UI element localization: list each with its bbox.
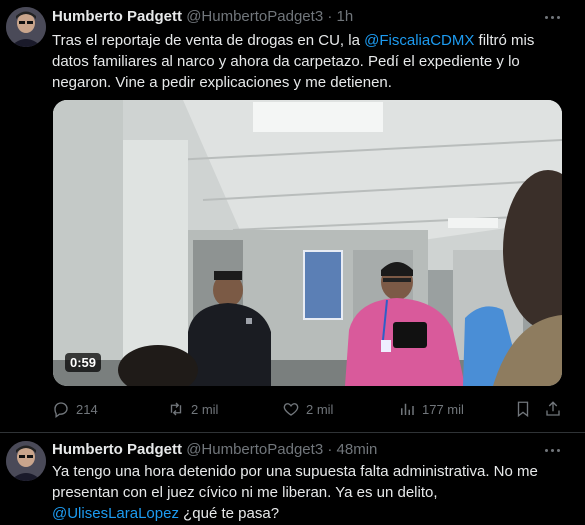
bookmark-button[interactable] xyxy=(514,398,532,420)
tweet-text: Ya tengo una hora detenido por una supue… xyxy=(52,461,564,524)
repost-count: 2 mil xyxy=(191,401,219,417)
tweet-header: Humberto Padgett @HumbertoPadget3 · 1h xyxy=(52,7,353,27)
video-player[interactable]: 0:59 xyxy=(53,100,562,386)
tweet-header: Humberto Padgett @HumbertoPadget3 · 48mi… xyxy=(52,440,377,460)
reply-button[interactable]: 214 xyxy=(52,398,98,420)
tweet-actions: 214 2 mil 2 mil 177 mil xyxy=(52,398,562,420)
repost-button[interactable]: 2 mil xyxy=(167,398,218,420)
like-button[interactable]: 2 mil xyxy=(282,398,333,420)
reply-count: 214 xyxy=(76,401,98,417)
more-icon[interactable] xyxy=(544,441,562,459)
timeline: Humberto Padgett @HumbertoPadget3 · 1h T… xyxy=(0,0,585,525)
tweet-text-part: ¿qué te pasa? xyxy=(178,505,280,522)
avatar[interactable] xyxy=(6,7,46,47)
tweet-text: Tras el reportaje de venta de drogas en … xyxy=(52,30,564,93)
repost-icon xyxy=(170,402,182,416)
like-icon xyxy=(283,403,299,416)
separator: · xyxy=(327,441,333,458)
like-count: 2 mil xyxy=(306,401,334,417)
views-button[interactable]: 177 mil xyxy=(398,398,464,420)
share-button[interactable] xyxy=(544,398,562,420)
timestamp[interactable]: 48min xyxy=(337,441,378,458)
author-name[interactable]: Humberto Padgett xyxy=(52,441,182,458)
views-icon xyxy=(401,403,414,415)
more-icon[interactable] xyxy=(544,8,562,26)
mention-link[interactable]: @FiscaliaCDMX xyxy=(364,32,474,49)
author-handle[interactable]: @HumbertoPadget3 xyxy=(186,441,323,458)
separator: · xyxy=(327,8,333,25)
share-icon xyxy=(546,401,560,416)
author-name[interactable]: Humberto Padgett xyxy=(52,8,182,25)
bookmark-icon xyxy=(517,401,529,418)
tweet-text-part: Tras el reportaje de venta de drogas en … xyxy=(52,32,365,49)
video-duration: 0:59 xyxy=(65,353,102,372)
views-count: 177 mil xyxy=(422,401,464,417)
timestamp[interactable]: 1h xyxy=(337,8,354,25)
tweet-2[interactable]: Humberto Padgett @HumbertoPadget3 · 48mi… xyxy=(0,433,585,525)
video-frame xyxy=(53,100,562,386)
author-handle[interactable]: @HumbertoPadget3 xyxy=(186,8,323,25)
tweet-1[interactable]: Humberto Padgett @HumbertoPadget3 · 1h T… xyxy=(0,0,585,432)
reply-icon xyxy=(54,402,68,418)
mention-link[interactable]: @UlisesLaraLopez xyxy=(52,505,179,522)
avatar[interactable] xyxy=(6,441,46,481)
tweet-text-part: Ya tengo una hora detenido por una supue… xyxy=(52,463,538,501)
